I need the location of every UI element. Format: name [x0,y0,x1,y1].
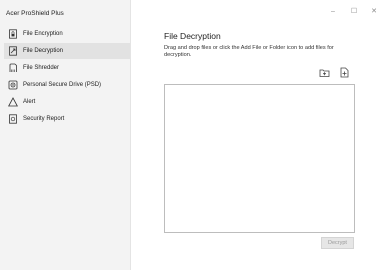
sidebar-nav: File Encryption File Decryption File Shr… [4,26,130,128]
sidebar-item-file-decryption[interactable]: File Decryption [4,43,130,59]
secure-drive-icon [8,80,18,90]
sidebar-item-label: File Decryption [23,48,64,54]
sidebar-item-psd[interactable]: Personal Secure Drive (PSD) [4,77,130,93]
decrypt-button[interactable]: Decrypt [321,237,354,249]
sidebar-item-label: Alert [23,99,36,105]
app-window: Acer ProShield Plus File Encryption File… [0,0,382,270]
sidebar-item-label: Security Report [23,116,65,122]
warning-icon [8,97,18,107]
sidebar-item-label: File Shredder [23,65,60,71]
add-file-icon[interactable] [339,67,350,78]
shredder-icon [9,63,17,72]
page-title: File Decryption [164,31,221,41]
report-icon [9,114,17,124]
main-content: File Decryption Drag and drop files or c… [131,0,382,270]
file-unlock-icon [9,46,17,56]
sidebar-item-label: Personal Secure Drive (PSD) [23,82,102,88]
sidebar-item-label: File Encryption [23,31,63,37]
app-title: Acer ProShield Plus [6,10,64,17]
sidebar-item-alert[interactable]: Alert [4,94,130,110]
sidebar-item-file-encryption[interactable]: File Encryption [4,26,130,42]
sidebar-item-file-shredder[interactable]: File Shredder [4,60,130,76]
sidebar: Acer ProShield Plus File Encryption File… [0,0,131,270]
add-folder-icon[interactable] [319,67,330,78]
sidebar-item-security-report[interactable]: Security Report [4,111,130,127]
file-drop-zone[interactable] [164,84,355,233]
instructions-text: Drag and drop files or click the Add Fil… [164,45,334,58]
file-lock-icon [9,29,17,39]
